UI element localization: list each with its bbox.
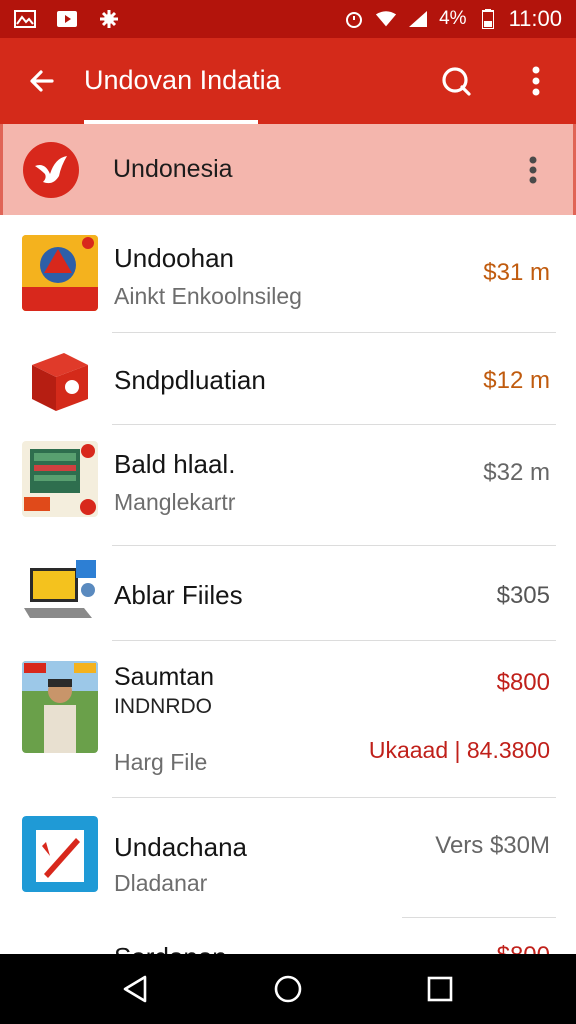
list-item[interactable]: Undachana Dladanar Vers $30M [0, 798, 576, 918]
item-price: $32 m [483, 459, 550, 486]
item-title: Bald hlaal. [114, 449, 236, 479]
battery-icon [477, 9, 499, 29]
item-subtitle: Harg File [114, 749, 208, 775]
wifi-icon [375, 10, 397, 28]
navigation-bar [0, 954, 576, 1024]
item-thumbnail [22, 556, 98, 632]
nav-back-icon [123, 975, 147, 1003]
item-code: INDNRDO [114, 695, 212, 718]
list-item[interactable]: Sardonon $800 [0, 918, 576, 958]
settings-icon [98, 10, 120, 28]
item-subtitle: Manglekartr [114, 489, 236, 515]
item-subtitle: Ainkt Enkoolnsileg [114, 283, 302, 309]
item-price: $12 m [483, 367, 550, 394]
more-vert-icon [529, 156, 537, 183]
back-button[interactable] [0, 38, 84, 124]
list-item[interactable]: Bald hlaal. Manglekartr $32 m [0, 425, 576, 546]
clock: 11:00 [508, 6, 562, 31]
item-thumbnail [22, 816, 98, 892]
item-subtitle: Dladanar [114, 870, 208, 896]
section-title: Undonesia [113, 155, 233, 183]
item-list: Undoohan Ainkt Enkoolnsileg $31 m Sndpdl… [0, 215, 576, 958]
item-price: $31 m [483, 259, 550, 286]
youtube-icon [56, 10, 78, 28]
item-title: Undoohan [114, 243, 234, 273]
nav-home-button[interactable] [258, 959, 318, 1019]
alarm-icon [343, 10, 365, 28]
nav-recents-icon [427, 976, 453, 1002]
item-thumbnail [22, 341, 98, 417]
search-icon [442, 67, 471, 96]
item-price: $305 [496, 582, 550, 609]
page-title-text: Undovan Indatia [84, 65, 281, 95]
item-thumbnail [22, 661, 98, 753]
item-title: Undachana [114, 832, 247, 862]
item-price: Vers $30M [435, 832, 550, 859]
item-extra-info: Ukaaad | 84.3800 [368, 737, 550, 763]
signal-icon [407, 10, 429, 28]
item-title: Sndpdluatian [114, 365, 266, 395]
nav-recents-button[interactable] [410, 959, 470, 1019]
list-item[interactable]: Sndpdluatian $12 m [0, 333, 576, 425]
app-bar: Undovan Indatia [0, 38, 576, 124]
page-title: Undovan Indatia [84, 38, 301, 124]
item-price: $800 [496, 669, 550, 696]
search-button[interactable] [416, 38, 496, 124]
item-thumbnail [22, 235, 98, 311]
item-thumbnail [22, 441, 98, 517]
more-vert-icon [532, 66, 540, 96]
section-menu-button[interactable] [493, 124, 573, 215]
item-title: Saumtan [114, 663, 215, 691]
section-header[interactable]: Undonesia [0, 124, 576, 215]
list-item[interactable]: Saumtan INDNRDO Harg File $800 Ukaaad | … [0, 641, 576, 798]
list-item[interactable]: Ablar Fiiles $305 [0, 546, 576, 641]
gallery-icon [14, 10, 36, 28]
battery-percent: 4% [439, 8, 467, 29]
list-item[interactable]: Undoohan Ainkt Enkoolnsileg $31 m [0, 215, 576, 333]
status-bar: 4% 11:00 [0, 0, 576, 38]
nav-home-icon [274, 975, 302, 1003]
item-title: Ablar Fiiles [114, 580, 243, 610]
arrow-left-icon [30, 70, 54, 92]
bird-logo-icon [23, 141, 79, 198]
nav-back-button[interactable] [106, 959, 166, 1019]
overflow-menu-button[interactable] [496, 38, 576, 124]
